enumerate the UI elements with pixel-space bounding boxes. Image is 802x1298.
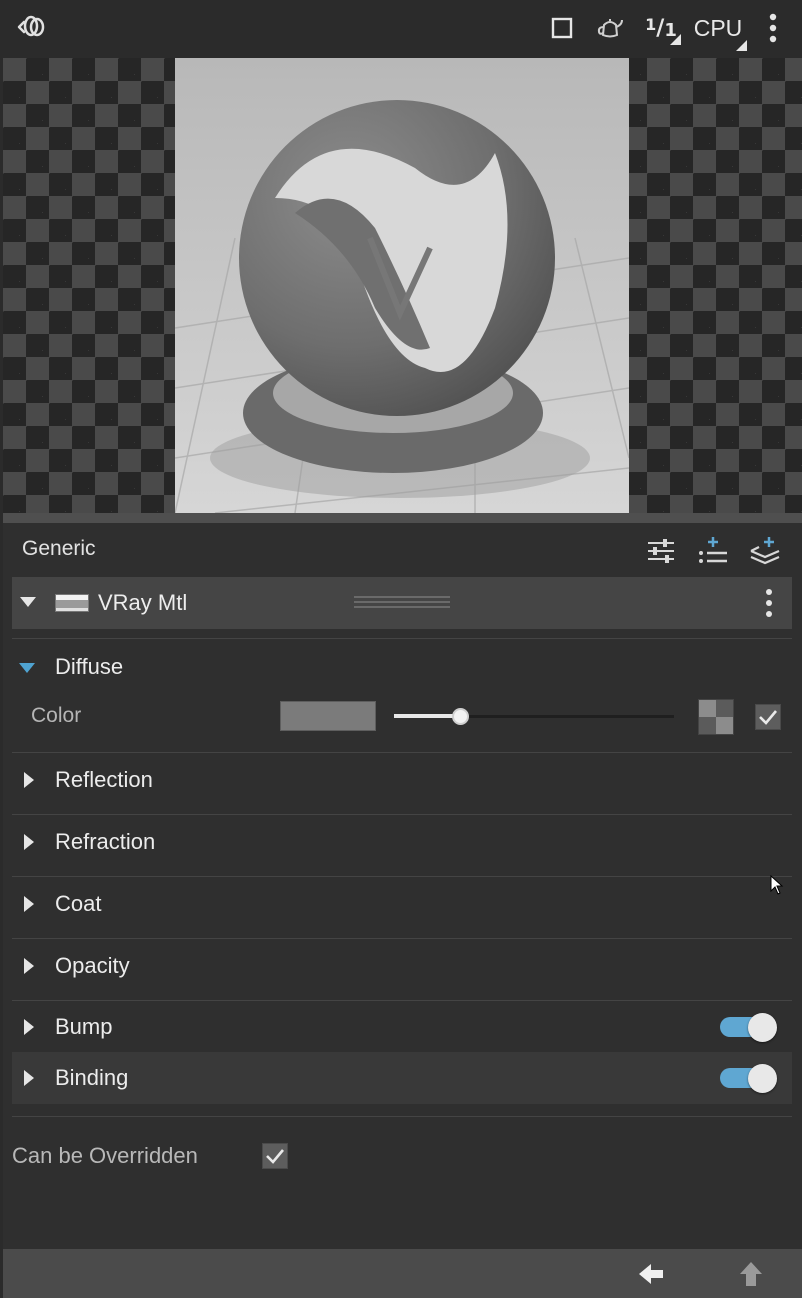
collapse-arrow-icon[interactable] <box>20 597 36 607</box>
override-checkbox[interactable] <box>262 1143 288 1169</box>
engine-label: CPU <box>693 14 743 41</box>
add-layer-icon[interactable] <box>749 535 781 567</box>
square-icon <box>551 17 573 39</box>
divider <box>12 938 792 939</box>
section-bump[interactable]: Bump <box>12 1001 792 1053</box>
arrow-left-icon[interactable] <box>635 1259 667 1289</box>
material-preview-render <box>175 58 629 513</box>
checkmark-icon <box>266 1149 284 1164</box>
add-list-icon[interactable] <box>697 535 729 567</box>
panel-title: Generic <box>22 537 96 560</box>
teapot-icon <box>597 19 623 38</box>
section-opacity[interactable]: Opacity <box>12 940 792 992</box>
toggle-knob <box>748 1064 777 1093</box>
expand-arrow-icon[interactable] <box>24 772 34 788</box>
color-value-slider[interactable] <box>394 708 674 725</box>
binding-toggle[interactable] <box>720 1064 777 1093</box>
diffuse-color-row: Color <box>12 695 792 739</box>
section-label: Reflection <box>55 767 153 792</box>
checkmark-icon <box>759 710 777 725</box>
texture-slot-icon[interactable] <box>698 699 734 735</box>
divider <box>12 876 792 877</box>
viewport-render-button[interactable] <box>548 10 576 46</box>
section-label: Binding <box>55 1065 129 1090</box>
expand-arrow-icon[interactable] <box>24 958 34 974</box>
diffuse-enabled-checkbox[interactable] <box>755 704 781 730</box>
vray-logo-icon[interactable] <box>14 10 48 44</box>
material-preview-area <box>3 58 802 513</box>
section-label: Coat <box>55 891 102 916</box>
ratio-slash: / <box>656 15 665 41</box>
divider <box>12 1116 792 1117</box>
resolution-ratio-button[interactable]: 1/1 <box>640 10 682 46</box>
render-engine-button[interactable]: CPU <box>688 10 748 51</box>
divider <box>12 638 792 639</box>
slider-thumb[interactable] <box>452 708 470 725</box>
section-diffuse[interactable]: Diffuse <box>12 641 792 693</box>
mouse-cursor-icon <box>770 875 784 895</box>
slider-fill <box>394 714 462 718</box>
preview-splitter-handle[interactable] <box>3 513 802 523</box>
ratio-numerator: 1 <box>645 14 657 34</box>
preview-object-button[interactable] <box>592 10 628 46</box>
arrow-up-icon[interactable] <box>735 1259 767 1289</box>
top-toolbar: 1/1 CPU <box>0 0 802 58</box>
vertical-dots-icon <box>769 13 777 43</box>
expand-arrow-icon[interactable] <box>24 1070 34 1086</box>
section-coat[interactable]: Coat <box>12 878 792 930</box>
color-swatch[interactable] <box>280 701 376 731</box>
section-reflection[interactable]: Reflection <box>12 754 792 806</box>
sliders-icon[interactable] <box>645 535 677 567</box>
section-label: Diffuse <box>55 654 124 679</box>
dropdown-corner-icon <box>670 34 681 45</box>
color-label: Color <box>31 704 82 727</box>
toggle-knob <box>748 1013 777 1042</box>
vertical-dots-icon[interactable] <box>760 587 778 619</box>
section-label: Bump <box>55 1014 113 1039</box>
divider <box>12 814 792 815</box>
material-properties-panel: Generic VRay Mtl Diffuse Color Reflectio… <box>3 523 802 1249</box>
section-binding[interactable]: Binding <box>12 1052 792 1104</box>
bump-toggle[interactable] <box>720 1013 777 1042</box>
expand-arrow-icon[interactable] <box>24 834 34 850</box>
divider <box>12 752 792 753</box>
expand-arrow-icon[interactable] <box>19 663 35 673</box>
material-type-swatch <box>55 594 89 612</box>
toolbar-more-button[interactable] <box>762 10 784 46</box>
material-name: VRay Mtl <box>98 590 188 615</box>
expand-arrow-icon[interactable] <box>24 896 34 912</box>
section-refraction[interactable]: Refraction <box>12 816 792 868</box>
expand-arrow-icon[interactable] <box>24 1019 34 1035</box>
section-label: Refraction <box>55 829 156 854</box>
material-header[interactable]: VRay Mtl <box>12 577 792 629</box>
dropdown-corner-icon <box>736 40 747 51</box>
preview-sphere-image <box>175 58 629 513</box>
bottom-navigation-bar <box>3 1249 802 1298</box>
drag-handle[interactable] <box>354 596 450 608</box>
section-label: Opacity <box>55 953 130 978</box>
override-label: Can be Overridden <box>12 1143 198 1168</box>
